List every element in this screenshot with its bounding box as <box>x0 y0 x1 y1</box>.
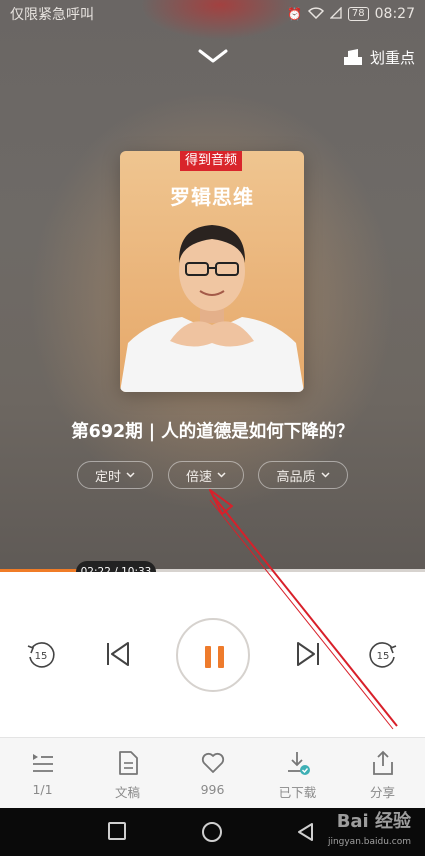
album-cover: 得到音频 罗辑思维 <box>120 151 304 392</box>
forward-icon: 15 <box>369 642 397 668</box>
downloaded-icon <box>287 752 310 775</box>
playlist-label: 1/1 <box>32 782 53 797</box>
show-title: 罗辑思维 <box>170 185 254 209</box>
episode-title: 第692期 | 人的道德是如何下降的？ <box>71 422 354 442</box>
chevron-down-icon <box>198 49 228 63</box>
wifi-icon <box>307 6 324 22</box>
chevron-down-icon <box>320 472 330 478</box>
brand-badge: 得到音频 <box>180 151 243 171</box>
like-button[interactable]: 996 <box>170 738 255 809</box>
rewind-icon: 15 <box>27 642 55 668</box>
highlight-label: 划重点 <box>369 48 415 67</box>
back-icon[interactable] <box>296 822 316 842</box>
forward-seconds: 15 <box>377 651 390 662</box>
chevron-down-icon <box>126 472 135 478</box>
timer-label: 定时 <box>94 469 121 485</box>
quality-button[interactable]: 高品质 <box>258 461 348 489</box>
downloaded-label: 已下载 <box>278 785 317 800</box>
collapse-button[interactable] <box>196 44 230 68</box>
transcript-button[interactable]: 文稿 <box>85 738 170 809</box>
rewind-15-button[interactable]: 15 <box>24 638 58 672</box>
previous-button[interactable] <box>104 640 132 668</box>
timer-button[interactable]: 定时 <box>77 461 153 489</box>
watermark-brand: Bai 经验 <box>336 811 411 832</box>
carrier-text: 仅限紧急呼叫 <box>10 7 94 23</box>
battery-indicator: 78 <box>347 7 369 21</box>
heart-icon <box>201 752 224 773</box>
watermark: Bai 经验 jingyan.baidu.com <box>328 812 411 852</box>
share-button[interactable]: 分享 <box>340 738 425 809</box>
playback-controls: 15 15 <box>0 572 425 736</box>
home-button[interactable] <box>202 822 222 842</box>
transcript-label: 文稿 <box>114 785 140 800</box>
quality-label: 高品质 <box>276 469 316 485</box>
next-button[interactable] <box>294 640 322 668</box>
like-count: 996 <box>200 782 225 797</box>
document-icon <box>118 751 138 775</box>
pause-icon <box>205 646 211 668</box>
status-bar: 仅限紧急呼叫 ⏰ 78 08:27 <box>0 0 425 28</box>
share-icon <box>372 750 393 775</box>
playlist-button[interactable]: 1/1 <box>0 738 85 809</box>
alarm-icon: ⏰ <box>286 7 302 21</box>
bottom-toolbar: 1/1 文稿 996 已下载 分享 <box>0 737 425 808</box>
chevron-down-icon <box>217 472 226 478</box>
host-portrait-image <box>120 225 304 392</box>
signal-icon <box>329 5 342 22</box>
share-label: 分享 <box>369 785 395 800</box>
playlist-icon <box>32 754 53 772</box>
watermark-url: jingyan.baidu.com <box>327 837 411 847</box>
recent-apps-button[interactable] <box>108 822 126 840</box>
speed-label: 倍速 <box>185 469 212 485</box>
downloaded-button[interactable]: 已下载 <box>255 738 340 809</box>
skip-next-icon <box>297 642 319 666</box>
clock: 08:27 <box>374 6 415 22</box>
skip-previous-icon <box>107 642 129 666</box>
speed-button[interactable]: 倍速 <box>168 461 244 489</box>
rewind-seconds: 15 <box>35 651 48 662</box>
pause-button[interactable] <box>176 618 250 692</box>
highlight-button[interactable]: 划重点 <box>342 44 415 70</box>
forward-15-button[interactable]: 15 <box>366 638 400 672</box>
highlighter-icon <box>343 49 362 65</box>
player-background: 仅限紧急呼叫 ⏰ 78 08:27 划重点 得到音频 罗辑思维 第692期 | … <box>0 0 425 572</box>
